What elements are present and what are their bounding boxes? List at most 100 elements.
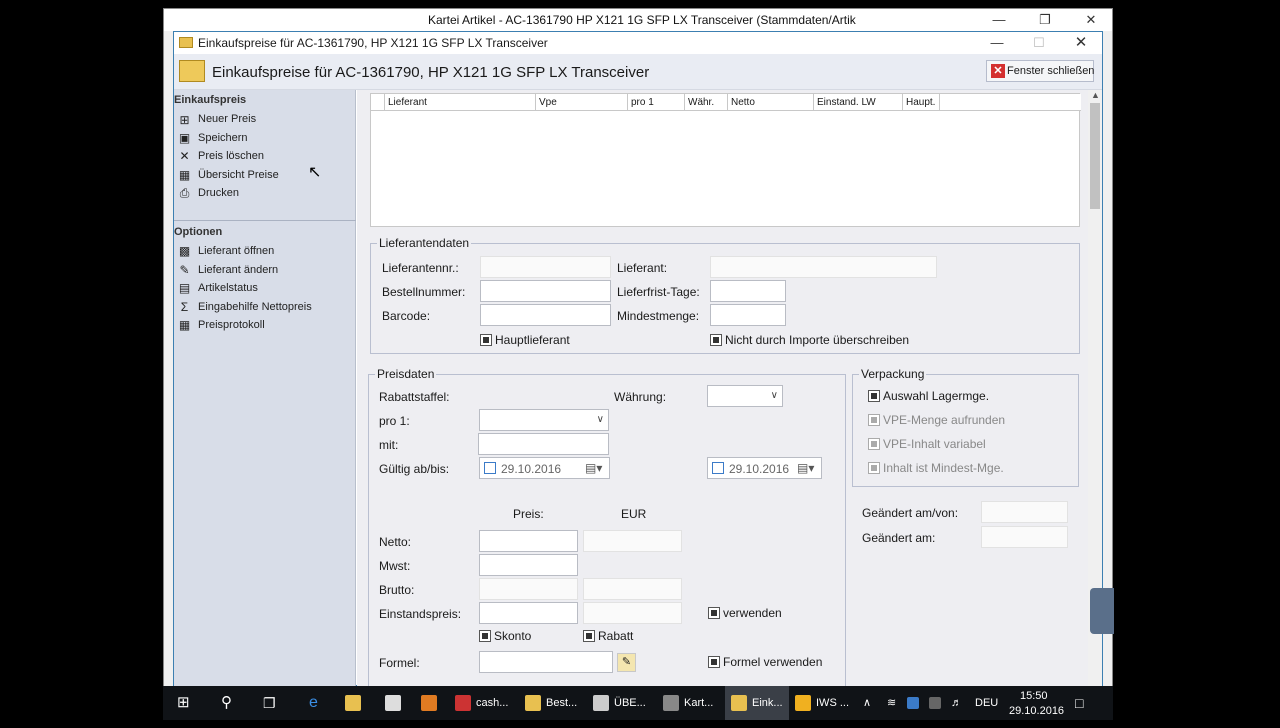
notification-icon[interactable]: □ xyxy=(1075,686,1083,720)
hauptlieferant-checkbox[interactable] xyxy=(480,334,492,346)
date-from-checkbox[interactable] xyxy=(484,462,496,474)
sidebar-section-einkaufspreis: Einkaufspreis xyxy=(174,94,247,106)
pro1-select[interactable]: ∨ xyxy=(479,409,609,431)
taskbar-item-best[interactable]: Best... xyxy=(525,686,577,720)
brutto-input xyxy=(479,578,578,600)
table-col-select xyxy=(371,94,385,111)
sidebar-item-preis-loeschen[interactable]: Preis löschen xyxy=(198,150,264,162)
waehrung-select[interactable]: ∨ xyxy=(707,385,783,407)
windows-start-icon[interactable]: ⊞ xyxy=(177,686,190,720)
formel-input[interactable] xyxy=(479,651,613,673)
clock-date[interactable]: 29.10.2016 xyxy=(1009,694,1064,728)
date-to-picker[interactable]: 29.10.2016 ▤▾ xyxy=(707,457,822,479)
lieferfrist-input[interactable] xyxy=(710,280,786,302)
sidebar-item-lieferant-aendern[interactable]: Lieferant ändern xyxy=(198,264,278,276)
einkaufspreise-dialog: Einkaufspreise für AC-1361790, HP X121 1… xyxy=(173,31,1104,704)
auswahl-lagermge-checkbox[interactable] xyxy=(868,390,880,402)
date-to-value: 29.10.2016 xyxy=(729,462,790,476)
bg-close-button[interactable]: ✕ xyxy=(1068,9,1114,31)
gueltig-label: Gültig ab/bis: xyxy=(379,462,450,476)
skonto-checkbox[interactable] xyxy=(479,630,491,642)
chevron-up-icon[interactable]: ∧ xyxy=(863,686,871,720)
inhalt-mindest-checkbox xyxy=(868,462,880,474)
preis-column-label: Preis: xyxy=(513,507,544,521)
tray-app2-icon[interactable] xyxy=(929,686,946,720)
search-icon[interactable]: ⚲ xyxy=(221,686,232,720)
mit-input[interactable] xyxy=(478,433,609,455)
dialog-minimize-button[interactable]: — xyxy=(974,32,1020,54)
sidebar-item-preisprotokoll[interactable]: Preisprotokoll xyxy=(198,319,265,331)
verpackung-group: Verpackung Auswahl Lagermge. VPE-Menge a… xyxy=(852,367,1079,487)
sidebar-divider xyxy=(174,220,356,221)
sidebar-item-neuer-preis[interactable]: Neuer Preis xyxy=(198,113,256,125)
close-icon: ✕ xyxy=(991,64,1005,78)
tray-app-icon[interactable] xyxy=(907,686,924,720)
table-col-lieferant[interactable]: Lieferant xyxy=(385,94,536,111)
sidebar-item-lieferant-oeffnen[interactable]: Lieferant öffnen xyxy=(198,245,274,257)
table-col-haupt[interactable]: Haupt. xyxy=(903,94,940,111)
scrollbar-thumb[interactable] xyxy=(1090,103,1100,209)
price-table-header: Lieferant Vpe pro 1 Währ. Netto Einstand… xyxy=(371,94,1081,111)
table-col-einstand[interactable]: Einstand. LW xyxy=(814,94,903,111)
table-col-waehrung[interactable]: Währ. xyxy=(685,94,728,111)
sidebar-item-eingabehilfe[interactable]: Eingabehilfe Nettopreis xyxy=(198,301,312,313)
bestellnummer-input[interactable] xyxy=(480,280,611,302)
lieferantennr-input[interactable] xyxy=(480,256,611,278)
store-icon[interactable] xyxy=(385,686,406,720)
mit-label: mit: xyxy=(379,438,399,452)
taskbar-item-eink[interactable]: Eink... xyxy=(725,686,789,720)
lieferant-input[interactable] xyxy=(710,256,937,278)
table-col-netto[interactable]: Netto xyxy=(728,94,814,111)
dialog-close-button[interactable]: ✕ xyxy=(1058,32,1104,54)
dialog-maximize-button[interactable]: ☐ xyxy=(1016,32,1062,54)
taskbar-item-cash[interactable]: cash... xyxy=(455,686,508,720)
netto-input[interactable] xyxy=(479,530,578,552)
nicht-importe-checkbox[interactable] xyxy=(710,334,722,346)
bg-maximize-button[interactable]: ❐ xyxy=(1022,9,1068,31)
formel-verwenden-checkbox[interactable] xyxy=(708,656,720,668)
formula-edit-icon[interactable]: ✎ xyxy=(617,653,636,672)
rabatt-checkbox[interactable] xyxy=(583,630,595,642)
sidebar-item-artikelstatus[interactable]: Artikelstatus xyxy=(198,282,258,294)
table-col-vpe[interactable]: Vpe xyxy=(536,94,628,111)
side-tab[interactable] xyxy=(1090,588,1114,634)
media-icon[interactable] xyxy=(421,686,442,720)
skonto-label: Skonto xyxy=(494,629,532,643)
formel-label: Formel: xyxy=(379,656,420,670)
sidebar-item-uebersicht-preise[interactable]: Übersicht Preise xyxy=(198,169,279,181)
scroll-up-icon[interactable]: ▲ xyxy=(1091,90,1100,100)
einstandspreis-input[interactable] xyxy=(479,602,578,624)
network-icon[interactable]: ≋ xyxy=(887,686,896,720)
main-panel: Lieferant Vpe pro 1 Währ. Netto Einstand… xyxy=(357,90,1102,704)
close-window-button[interactable]: ✕ Fenster schließen xyxy=(986,60,1094,82)
verwenden-checkbox[interactable] xyxy=(708,607,720,619)
date-to-checkbox[interactable] xyxy=(712,462,724,474)
vpe-inhalt-checkbox xyxy=(868,438,880,450)
taskbar-item-uebe[interactable]: ÜBE... xyxy=(593,686,646,720)
table-col-pro1[interactable]: pro 1 xyxy=(628,94,685,111)
netto-label: Netto: xyxy=(379,535,412,549)
einstandspreis-label: Einstandspreis: xyxy=(379,607,462,621)
sidebar-section-optionen: Optionen xyxy=(174,226,223,238)
explorer-icon[interactable] xyxy=(345,686,366,720)
supplier-edit-icon: ✎ xyxy=(179,263,190,277)
edge-icon[interactable]: e xyxy=(309,686,318,720)
dialog-title: Einkaufspreise für AC-1361790, HP X121 1… xyxy=(198,36,548,50)
price-table[interactable]: Lieferant Vpe pro 1 Währ. Netto Einstand… xyxy=(370,93,1081,227)
volume-icon[interactable]: ♬ xyxy=(951,686,962,720)
mwst-input[interactable] xyxy=(479,554,578,576)
taskbar-item-kart[interactable]: Kart... xyxy=(663,686,713,720)
mindestmenge-input[interactable] xyxy=(710,304,786,326)
geaendert-am-von-label: Geändert am/von: xyxy=(862,506,959,520)
taskbar-item-iws[interactable]: IWS ... xyxy=(795,686,849,720)
chevron-down-icon: ∨ xyxy=(770,390,778,401)
folder-edit-icon xyxy=(179,60,205,82)
task-view-icon[interactable]: ❐ xyxy=(263,686,276,720)
barcode-input[interactable] xyxy=(480,304,611,326)
sidebar-item-speichern[interactable]: Speichern xyxy=(198,132,248,144)
waehrung-label: Währung: xyxy=(614,390,667,404)
bg-minimize-button[interactable]: — xyxy=(976,9,1022,31)
sidebar-item-drucken[interactable]: Drucken xyxy=(198,187,239,199)
language-indicator[interactable]: DEU xyxy=(975,686,998,720)
date-from-picker[interactable]: 29.10.2016 ▤▾ xyxy=(479,457,610,479)
